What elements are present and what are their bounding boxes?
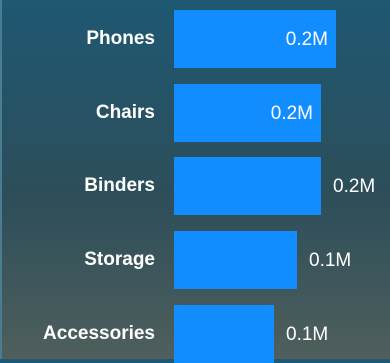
category-label: Chairs [95,102,155,123]
bar[interactable] [174,157,321,215]
data-label: 0.2M [285,29,328,50]
bar[interactable] [174,305,274,363]
data-label: 0.2M [270,103,313,124]
category-label: Accessories [43,323,155,344]
data-label: 0.1M [309,250,352,271]
category-label: Storage [84,249,155,270]
category-label: Phones [86,28,155,49]
data-label: 0.2M [333,176,376,197]
bar[interactable] [174,231,297,289]
category-label: Binders [84,175,155,196]
bar-chart: Phones 0.2M Chairs 0.2M Binders 0.2M Storage 0.… [0,0,390,363]
data-label: 0.1M [286,324,329,345]
